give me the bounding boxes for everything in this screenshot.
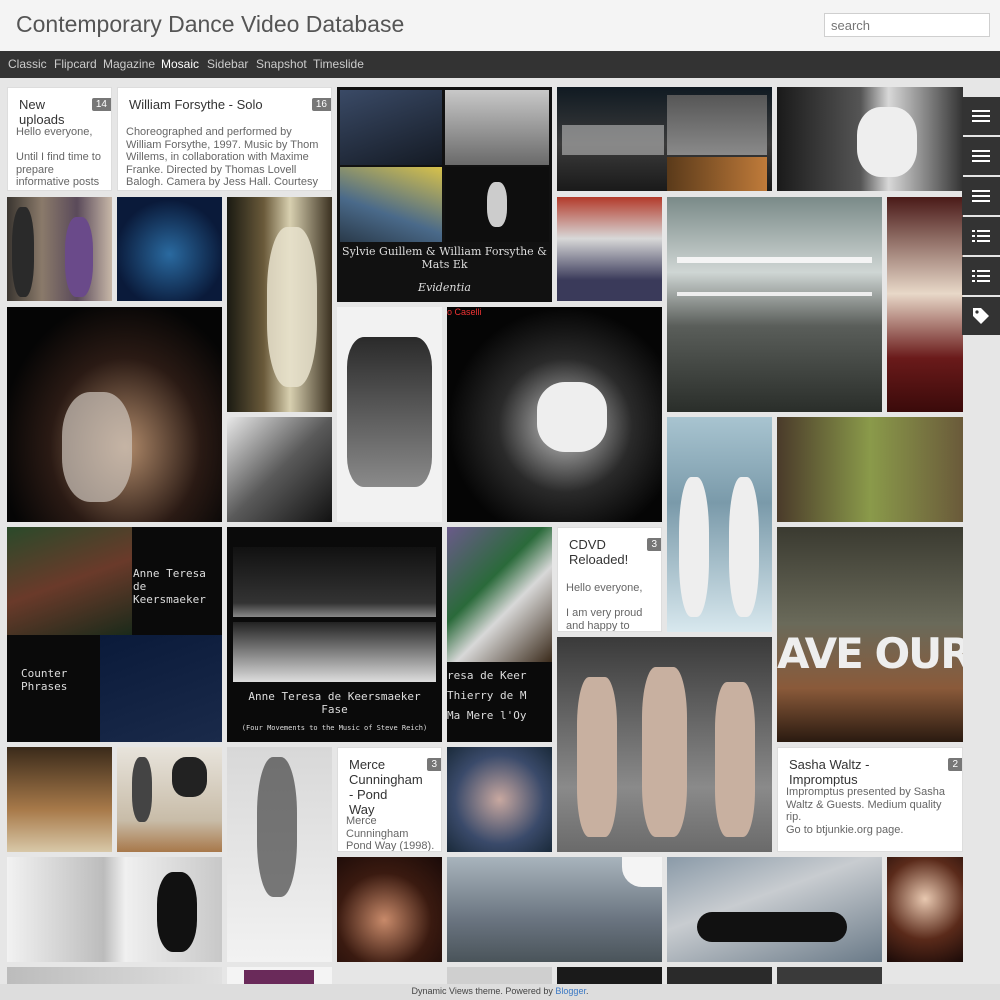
comment-count-badge[interactable]: 14: [91, 98, 111, 111]
post-thumbnail[interactable]: [7, 967, 222, 984]
post-title[interactable]: CDVD Reloaded!: [569, 537, 633, 567]
comment-count-badge[interactable]: 2: [948, 758, 962, 771]
post-thumbnail[interactable]: [447, 747, 552, 852]
image-caption: (Four Movements to the Music of Steve Re…: [241, 724, 428, 732]
nav-mosaic[interactable]: Mosaic: [161, 57, 199, 71]
footer-end: .: [585, 986, 589, 996]
post-thumbnail[interactable]: [777, 417, 963, 522]
post-thumbnail[interactable]: [227, 197, 332, 412]
post-thumbnail[interactable]: [557, 637, 772, 852]
post-thumbnail-evidentia[interactable]: Sylvie Guillem & William Forsythe & Mats…: [337, 87, 552, 302]
post-thumbnail[interactable]: [557, 967, 662, 984]
image-caption: Counter Phrases: [21, 667, 68, 693]
post-thumbnail-graffiti[interactable]: AVE OUR SOUL: [777, 527, 963, 742]
comment-count-badge[interactable]: 3: [427, 758, 441, 771]
post-card-forsythe-solo[interactable]: William Forsythe - Solo 16 Choreographed…: [117, 87, 332, 191]
nav-magazine[interactable]: Magazine: [103, 57, 155, 71]
post-title[interactable]: New uploads: [19, 97, 83, 127]
list-icon[interactable]: [962, 217, 1000, 255]
post-card-new-uploads[interactable]: New uploads 14 Hello everyone, Until I f…: [7, 87, 112, 191]
footer-text: Dynamic Views theme. Powered by: [411, 986, 556, 996]
nav-sidebar[interactable]: Sidebar: [207, 57, 248, 71]
post-excerpt: Hello everyone,: [16, 126, 93, 138]
image-caption: Anne Teresa de Keersmaeker: [133, 567, 206, 606]
post-thumbnail-fase[interactable]: Anne Teresa de Keersmaeker Fase (Four Mo…: [227, 527, 442, 742]
post-thumbnail[interactable]: [7, 197, 112, 301]
post-thumbnail[interactable]: [7, 307, 222, 522]
post-thumbnail[interactable]: [777, 87, 963, 191]
post-excerpt: Choreographed and performed by William F…: [126, 126, 319, 190]
post-excerpt: Until I find time to prepare informative…: [16, 151, 101, 190]
search-input[interactable]: [824, 13, 990, 37]
comment-count-badge[interactable]: 16: [311, 98, 331, 111]
image-caption: Evidentia: [418, 281, 471, 294]
post-thumbnail[interactable]: [7, 857, 222, 962]
post-title[interactable]: William Forsythe - Solo: [129, 97, 303, 112]
header: Contemporary Dance Video Database: [0, 0, 1000, 51]
image-caption: Anne Teresa de Keersmaeker Fase: [248, 690, 421, 716]
post-title[interactable]: Sasha Waltz - Impromptus: [789, 757, 934, 787]
image-caption: Thierry de M: [447, 689, 527, 702]
post-card-sasha[interactable]: Sasha Waltz - Impromptus 2 Impromptus pr…: [777, 747, 963, 852]
blogger-link[interactable]: Blogger: [555, 986, 586, 996]
post-thumbnail[interactable]: [117, 197, 222, 301]
post-thumbnail[interactable]: [337, 307, 442, 522]
post-thumbnail[interactable]: [667, 967, 772, 984]
post-title[interactable]: Merce Cunningham - Pond Way: [349, 757, 423, 817]
view-nav: Classic Flipcard Magazine Mosaic Sidebar…: [0, 51, 1000, 78]
nav-flipcard[interactable]: Flipcard: [54, 57, 97, 71]
post-thumbnail-counter-phrases[interactable]: Anne Teresa de Keersmaeker Counter Phras…: [7, 527, 222, 742]
post-thumbnail[interactable]: [887, 857, 963, 962]
quote-list-icon[interactable]: ": [962, 137, 1000, 175]
post-excerpt: Merce Cunningham Pond Way (1998). Arte T…: [346, 815, 435, 852]
tag-icon[interactable]: [962, 297, 1000, 335]
svg-text:": ": [972, 107, 974, 112]
post-thumbnail[interactable]: [557, 197, 662, 301]
post-thumbnail[interactable]: [557, 87, 772, 191]
svg-text:": ": [972, 147, 974, 152]
image-caption: resa de Keer: [447, 669, 527, 682]
nav-classic[interactable]: Classic: [8, 57, 47, 71]
post-thumbnail[interactable]: [7, 747, 112, 852]
post-excerpt: Impromptus presented by Sasha Waltz & Gu…: [786, 786, 945, 823]
post-excerpt: Go to btjunkie.org page.: [786, 824, 904, 836]
quote-list-icon[interactable]: ": [962, 97, 1000, 135]
post-thumbnail[interactable]: [447, 967, 552, 984]
post-thumbnail[interactable]: [117, 747, 222, 852]
quote-list-icon[interactable]: ": [962, 177, 1000, 215]
image-caption: o Caselli: [447, 307, 482, 317]
mosaic-grid: New uploads 14 Hello everyone, Until I f…: [0, 78, 1000, 984]
post-excerpt: Hello everyone,: [566, 582, 643, 594]
post-thumbnail[interactable]: [667, 417, 772, 632]
image-caption: AVE OUR SOUL: [777, 629, 963, 678]
post-excerpt: I am very proud and happy to announce: [566, 607, 643, 632]
nav-snapshot[interactable]: Snapshot: [256, 57, 307, 71]
image-caption: Ma Mere l'Oy: [447, 709, 527, 722]
post-thumbnail[interactable]: o Caselli: [447, 307, 662, 522]
post-thumbnail[interactable]: [447, 857, 662, 962]
nav-timeslide[interactable]: Timeslide: [313, 57, 364, 71]
post-thumbnail[interactable]: [337, 857, 442, 962]
post-thumbnail[interactable]: [227, 417, 332, 522]
image-caption: Sylvie Guillem & William Forsythe & Mats…: [342, 245, 547, 271]
post-thumbnail[interactable]: [887, 197, 963, 412]
post-thumbnail-keersmaeker[interactable]: resa de Keer Thierry de M Ma Mere l'Oy: [447, 527, 552, 742]
post-card-cdvd[interactable]: CDVD Reloaded! 3 Hello everyone, I am ve…: [557, 527, 662, 632]
post-thumbnail[interactable]: [227, 967, 332, 984]
site-title[interactable]: Contemporary Dance Video Database: [16, 11, 404, 38]
post-thumbnail[interactable]: [667, 197, 882, 412]
post-thumbnail[interactable]: [667, 857, 882, 962]
post-thumbnail[interactable]: [227, 747, 332, 962]
post-card-merce[interactable]: Merce Cunningham - Pond Way 3 Merce Cunn…: [337, 747, 442, 852]
list-icon[interactable]: [962, 257, 1000, 295]
svg-text:": ": [972, 187, 974, 192]
comment-count-badge[interactable]: 3: [647, 538, 661, 551]
footer: Dynamic Views theme. Powered by Blogger.: [0, 984, 1000, 1000]
post-thumbnail[interactable]: [777, 967, 882, 984]
